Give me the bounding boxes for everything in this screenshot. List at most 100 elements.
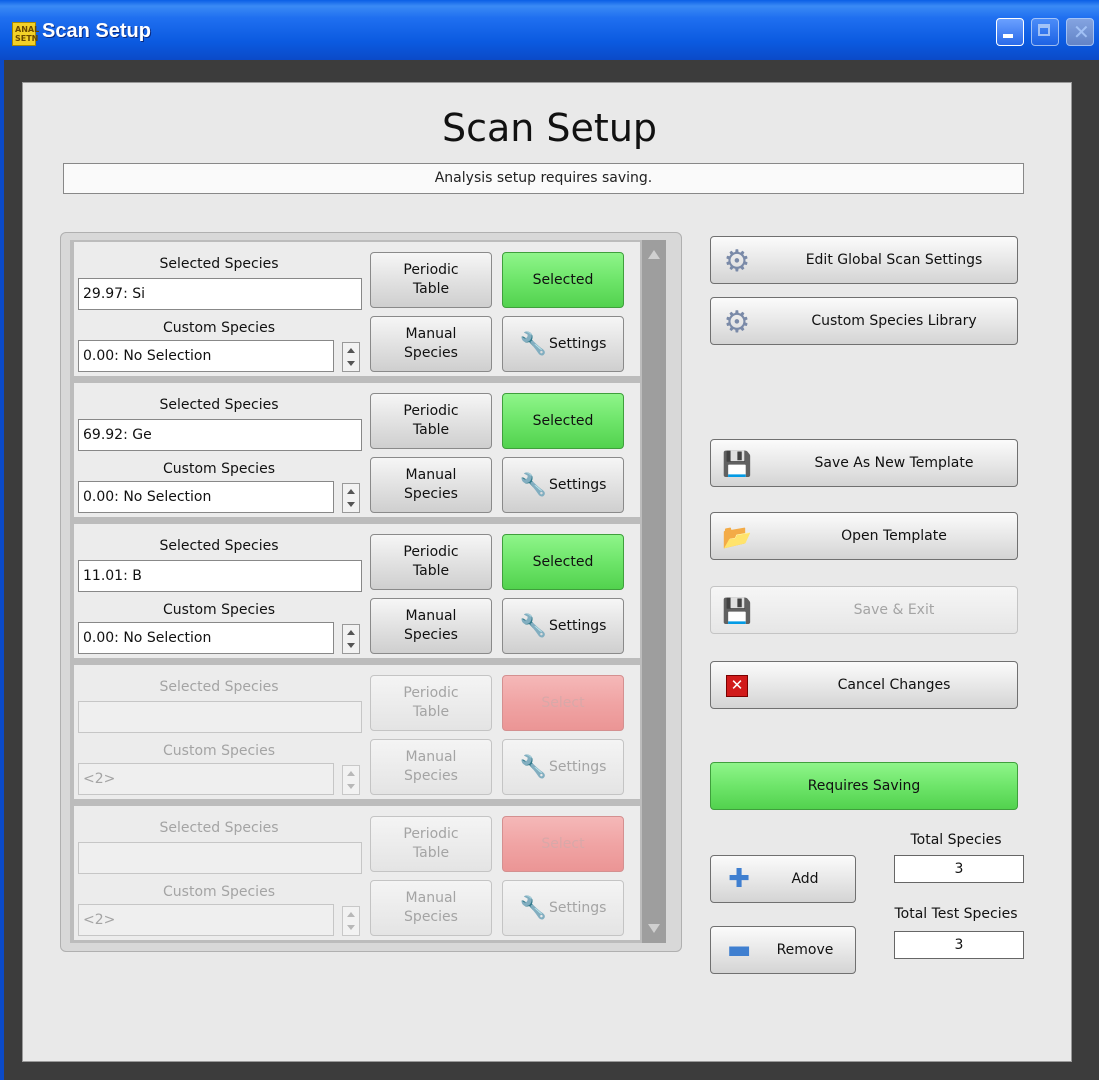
species-settings-button[interactable]: 🔧 Settings	[502, 739, 624, 795]
manual-species-button[interactable]: Manual Species	[370, 457, 492, 513]
custom-species-library-button[interactable]: ⚙ Custom Species Library	[710, 297, 1018, 345]
species-row: Selected Species 11.01: B Custom Species…	[74, 524, 640, 658]
minimize-button[interactable]	[996, 18, 1024, 46]
scroll-up-icon[interactable]	[648, 250, 660, 259]
custom-species-label: Custom Species	[163, 602, 275, 618]
custom-species-stepper[interactable]	[342, 483, 360, 513]
species-row: Selected Species 29.97: Si Custom Specie…	[74, 242, 640, 376]
selected-species-field[interactable]: 69.92: Ge	[78, 419, 362, 451]
add-label: Add	[791, 871, 819, 887]
manual-species-button[interactable]: Manual Species	[370, 880, 492, 936]
custom-species-label: Custom Species	[163, 743, 275, 759]
requires-saving-button[interactable]: Requires Saving	[710, 762, 1018, 810]
save-as-new-template-label: Save As New Template	[814, 455, 974, 471]
select-species-button[interactable]: Selected	[502, 534, 624, 590]
close-icon: ✕	[1073, 20, 1090, 44]
periodic-table-label: Periodic Table	[403, 262, 459, 297]
save-as-new-template-button[interactable]: 💾 Save As New Template	[710, 439, 1018, 487]
stepper-down-icon[interactable]	[347, 361, 355, 366]
maximize-button[interactable]	[1031, 18, 1059, 46]
select-species-button[interactable]: Selected	[502, 252, 624, 308]
custom-species-stepper[interactable]	[342, 906, 360, 936]
save-exit-icon: 💾	[722, 597, 752, 625]
edit-global-scan-settings-button[interactable]: ⚙ Edit Global Scan Settings	[710, 236, 1018, 284]
custom-species-library-label: Custom Species Library	[811, 313, 977, 329]
custom-species-field[interactable]: <2>	[78, 763, 334, 795]
selected-species-label: Selected Species	[159, 820, 279, 836]
custom-species-stepper[interactable]	[342, 342, 360, 372]
selected-species-field[interactable]: 29.97: Si	[78, 278, 362, 310]
wrench-icon: 🔧	[519, 331, 547, 357]
species-settings-button[interactable]: 🔧 Settings	[502, 457, 624, 513]
stepper-up-icon[interactable]	[347, 348, 355, 353]
save-template-icon: 💾	[722, 450, 752, 478]
selected-species-field[interactable]: 11.01: B	[78, 560, 362, 592]
save-and-exit-button[interactable]: 💾 Save & Exit	[710, 586, 1018, 634]
stepper-up-icon[interactable]	[347, 630, 355, 635]
manual-species-label: Manual Species	[404, 608, 458, 643]
periodic-table-button[interactable]: Periodic Table	[370, 675, 492, 731]
wrench-icon: 🔧	[519, 895, 547, 921]
wrench-icon: 🔧	[519, 472, 547, 498]
custom-species-field[interactable]: 0.00: No Selection	[78, 622, 334, 654]
custom-species-field[interactable]: 0.00: No Selection	[78, 340, 334, 372]
settings-label: Settings	[548, 617, 607, 634]
periodic-table-button[interactable]: Periodic Table	[370, 393, 492, 449]
stepper-down-icon[interactable]	[347, 643, 355, 648]
select-species-button[interactable]: Select	[502, 816, 624, 872]
periodic-table-label: Periodic Table	[403, 403, 459, 438]
species-settings-button[interactable]: 🔧 Settings	[502, 598, 624, 654]
stepper-up-icon[interactable]	[347, 771, 355, 776]
periodic-table-button[interactable]: Periodic Table	[370, 534, 492, 590]
remove-button[interactable]: ▬ Remove	[710, 926, 856, 974]
stepper-down-icon[interactable]	[347, 925, 355, 930]
close-icon: ✕	[721, 670, 753, 702]
custom-species-stepper[interactable]	[342, 765, 360, 795]
periodic-table-label: Periodic Table	[403, 544, 459, 579]
selected-species-field[interactable]	[78, 701, 362, 733]
periodic-table-button[interactable]: Periodic Table	[370, 816, 492, 872]
custom-species-label: Custom Species	[163, 461, 275, 477]
custom-species-field[interactable]: <2>	[78, 904, 334, 936]
stepper-down-icon[interactable]	[347, 784, 355, 789]
gear-icon: ⚙	[723, 243, 751, 279]
gear-icon: ⚙	[723, 304, 751, 340]
manual-species-label: Manual Species	[404, 467, 458, 502]
manual-species-button[interactable]: Manual Species	[370, 739, 492, 795]
stepper-down-icon[interactable]	[347, 502, 355, 507]
settings-label: Settings	[548, 758, 607, 775]
manual-species-button[interactable]: Manual Species	[370, 316, 492, 372]
selected-species-label: Selected Species	[159, 538, 279, 554]
add-button[interactable]: ✚ Add	[710, 855, 856, 903]
title-bar[interactable]: ANAL SETN Scan Setup ✕	[0, 0, 1099, 60]
close-button[interactable]: ✕	[1066, 18, 1094, 46]
scroll-down-icon[interactable]	[648, 924, 660, 933]
manual-species-button[interactable]: Manual Species	[370, 598, 492, 654]
stepper-up-icon[interactable]	[347, 912, 355, 917]
select-species-button[interactable]: Selected	[502, 393, 624, 449]
selected-species-field[interactable]	[78, 842, 362, 874]
species-list-scrollbar[interactable]	[642, 240, 666, 943]
app-icon-text: ANAL SETN	[15, 25, 40, 43]
select-species-label: Selected	[532, 271, 594, 288]
species-settings-button[interactable]: 🔧 Settings	[502, 316, 624, 372]
selected-species-label: Selected Species	[159, 256, 279, 272]
settings-label: Settings	[548, 476, 607, 493]
plus-icon: ✚	[728, 864, 750, 894]
stepper-up-icon[interactable]	[347, 489, 355, 494]
custom-species-label: Custom Species	[163, 320, 275, 336]
select-species-button[interactable]: Select	[502, 675, 624, 731]
save-and-exit-label: Save & Exit	[853, 602, 935, 618]
periodic-table-button[interactable]: Periodic Table	[370, 252, 492, 308]
species-row: Selected Species 69.92: Ge Custom Specie…	[74, 383, 640, 517]
open-template-button[interactable]: 📂 Open Template	[710, 512, 1018, 560]
custom-species-stepper[interactable]	[342, 624, 360, 654]
custom-species-field[interactable]: 0.00: No Selection	[78, 481, 334, 513]
settings-label: Settings	[548, 899, 607, 916]
total-test-species-label: Total Test Species	[894, 906, 1018, 922]
species-settings-button[interactable]: 🔧 Settings	[502, 880, 624, 936]
page-title: Scan Setup	[441, 106, 658, 150]
cancel-changes-button[interactable]: ✕ Cancel Changes	[710, 661, 1018, 709]
total-test-species-value: 3	[894, 931, 1024, 959]
status-message: Analysis setup requires saving.	[63, 163, 1024, 194]
